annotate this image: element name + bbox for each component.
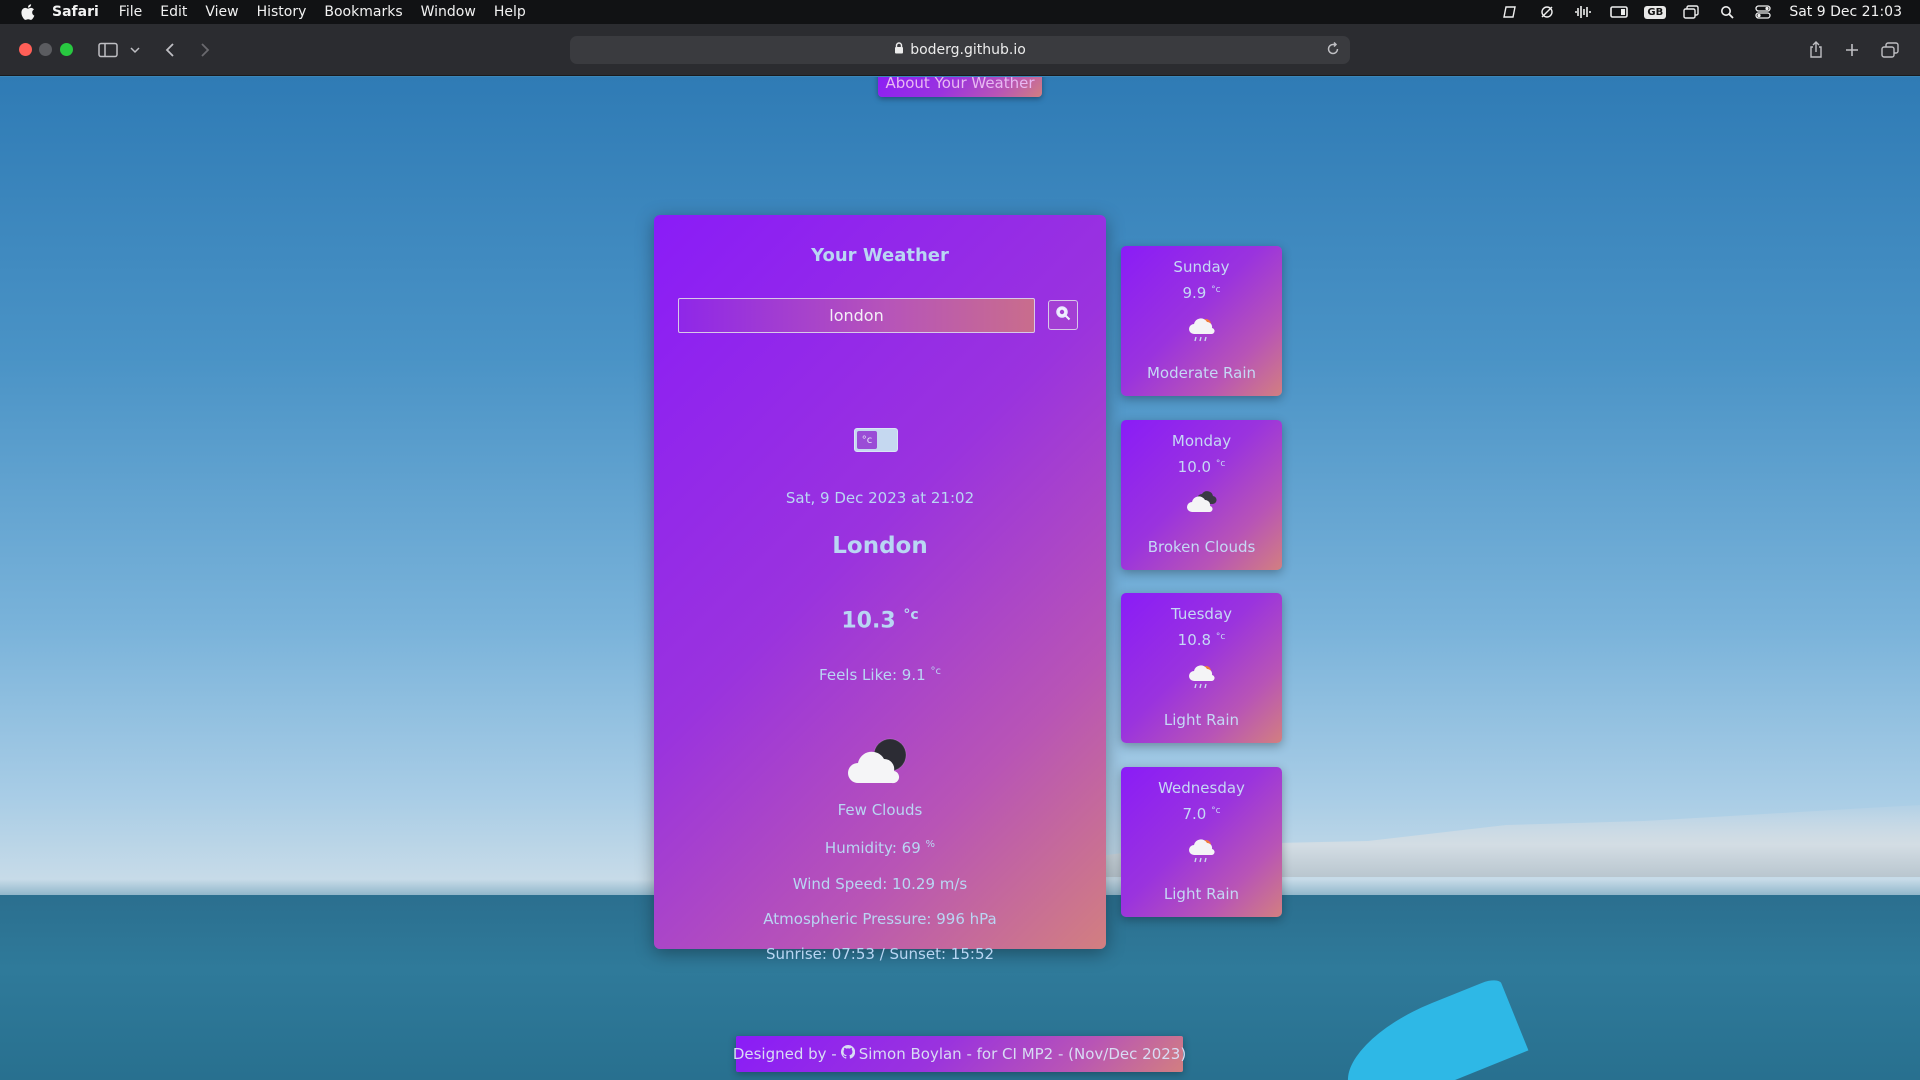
- menu-bar-clock[interactable]: Sat 9 Dec 21:03: [1789, 4, 1902, 20]
- weather-description: Few Clouds: [837, 801, 923, 819]
- hand-tool-icon[interactable]: [1537, 4, 1557, 20]
- forecast-description: Broken Clouds: [1147, 538, 1256, 556]
- menu-history[interactable]: History: [257, 4, 307, 20]
- forecast-temperature: 7.0 °c: [1182, 805, 1221, 823]
- new-tab-icon[interactable]: [1842, 38, 1862, 62]
- window-close-button[interactable]: [19, 43, 32, 56]
- humidity-unit: %: [925, 839, 936, 850]
- city-search-input[interactable]: [678, 298, 1035, 333]
- apple-menu-icon[interactable]: [18, 4, 38, 20]
- forecast-card-tuesday: Tuesday 10.8 °c Light Rain: [1121, 593, 1282, 743]
- forecast-day: Tuesday: [1170, 605, 1233, 623]
- menu-window[interactable]: Window: [421, 4, 476, 20]
- browser-toolbar: boderg.github.io: [0, 24, 1920, 76]
- sidebar-toggle-icon[interactable]: [97, 38, 119, 62]
- back-button[interactable]: [160, 38, 180, 62]
- atmospheric-pressure: Atmospheric Pressure: 996 hPa: [763, 910, 997, 928]
- temperature-unit: °c: [903, 607, 919, 623]
- current-temperature: 10.3 °c: [654, 607, 1106, 633]
- rain-cloud-icon: [1186, 316, 1218, 344]
- window-maximize-button[interactable]: [60, 43, 73, 56]
- unit-toggle-knob: °c: [857, 431, 877, 449]
- feels-like-unit: °c: [930, 666, 941, 677]
- footer-prefix: Designed by -: [732, 1045, 837, 1063]
- about-your-weather-button[interactable]: About Your Weather: [878, 77, 1042, 97]
- page-viewport: About Your Weather Your Weather °c Sat, …: [0, 77, 1920, 1080]
- current-date: Sat, 9 Dec 2023 at 21:02: [785, 489, 975, 507]
- broken-clouds-icon: [1186, 490, 1218, 518]
- forecast-temperature: 10.0 °c: [1177, 458, 1226, 476]
- window-minimize-button[interactable]: [39, 43, 52, 56]
- forecast-description: Moderate Rain: [1146, 364, 1257, 382]
- rain-cloud-icon: [1186, 837, 1218, 865]
- city-name: London: [832, 533, 928, 559]
- menu-bookmarks[interactable]: Bookmarks: [324, 4, 402, 20]
- forecast-card-sunday: Sunday 9.9 °c Moderate Rain: [1121, 246, 1282, 396]
- audio-waveform-icon[interactable]: [1573, 4, 1593, 20]
- menu-view[interactable]: View: [205, 4, 238, 20]
- unit-toggle[interactable]: °c: [854, 428, 898, 452]
- footer-credit: Designed by - Simon Boylan - for CI MP2 …: [732, 1036, 1186, 1072]
- spotlight-search-icon[interactable]: [1717, 4, 1737, 20]
- forecast-day: Sunday: [1173, 258, 1230, 276]
- search-button[interactable]: [1048, 300, 1078, 330]
- forecast-temperature: 10.8 °c: [1177, 631, 1226, 649]
- menu-app-name[interactable]: Safari: [52, 4, 99, 20]
- status-area: GB Sat 9 Dec 21:03: [1501, 0, 1902, 24]
- chevron-down-icon[interactable]: [128, 38, 142, 62]
- tab-overview-icon[interactable]: [1880, 38, 1900, 62]
- forecast-temperature: 9.9 °c: [1182, 284, 1221, 302]
- search-icon: [1055, 305, 1071, 325]
- humidity-value: Humidity: 69: [824, 839, 921, 857]
- stage-manager-icon[interactable]: [1681, 4, 1701, 20]
- control-center-icon[interactable]: [1753, 4, 1773, 20]
- forecast-description: Light Rain: [1163, 885, 1240, 903]
- share-icon[interactable]: [1806, 38, 1826, 62]
- few-clouds-night-icon: [840, 733, 920, 793]
- temperature-value: 10.3: [841, 608, 896, 634]
- forward-button[interactable]: [195, 38, 215, 62]
- rain-cloud-icon: [1186, 663, 1218, 691]
- feels-like: Feels Like: 9.1 °c: [654, 666, 1106, 684]
- sunrise-sunset: Sunrise: 07:53 / Sunset: 15:52: [765, 945, 995, 963]
- current-weather-card: Your Weather °c Sat, 9 Dec 2023 at 21:02…: [654, 215, 1106, 963]
- display-mirroring-icon[interactable]: [1609, 4, 1629, 20]
- lock-icon: [894, 42, 904, 58]
- forecast-day: Monday: [1171, 432, 1232, 450]
- keyboard-layout-icon[interactable]: GB: [1644, 4, 1667, 20]
- menu-bar: Safari File Edit View History Bookmarks …: [0, 0, 1920, 24]
- menu-help[interactable]: Help: [494, 4, 526, 20]
- humidity: Humidity: 69 %: [654, 839, 1106, 857]
- github-icon[interactable]: [840, 1044, 855, 1063]
- forecast-day: Wednesday: [1158, 779, 1245, 797]
- forecast-card-monday: Monday 10.0 °c Broken Clouds: [1121, 420, 1282, 570]
- forecast-description: Light Rain: [1163, 711, 1240, 729]
- forecast-card-wednesday: Wednesday 7.0 °c Light Rain: [1121, 767, 1282, 917]
- feels-like-value: Feels Like: 9.1: [819, 666, 926, 684]
- script-editor-icon[interactable]: [1501, 4, 1521, 20]
- address-bar[interactable]: boderg.github.io: [570, 36, 1350, 64]
- url-text: boderg.github.io: [910, 42, 1026, 58]
- card-title: Your Weather: [811, 245, 949, 266]
- wind-speed: Wind Speed: 10.29 m/s: [792, 875, 968, 893]
- reload-icon[interactable]: [1326, 41, 1340, 60]
- menu-file[interactable]: File: [119, 4, 142, 20]
- footer-author-link[interactable]: Simon Boylan - for CI MP2 - (Nov/Dec 202…: [859, 1045, 1186, 1063]
- menu-edit[interactable]: Edit: [160, 4, 187, 20]
